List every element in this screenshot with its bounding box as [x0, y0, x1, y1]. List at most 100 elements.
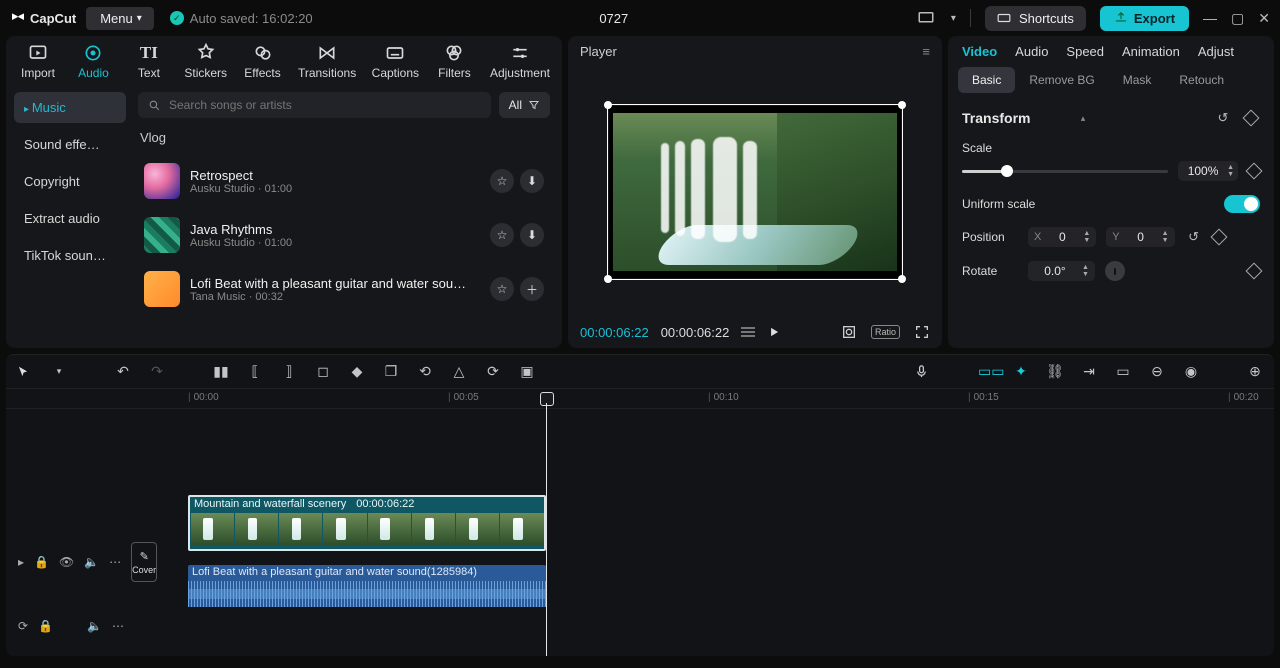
- scale-slider[interactable]: [962, 170, 1168, 173]
- cat-sound-effects[interactable]: Sound effe…: [14, 129, 126, 160]
- player-menu-icon[interactable]: ≡: [922, 44, 930, 59]
- position-x[interactable]: X 0 ▲▼: [1028, 227, 1096, 247]
- auto-snap-icon[interactable]: ✦: [1012, 363, 1030, 380]
- pointer-tool-icon[interactable]: [16, 365, 34, 379]
- step-down-icon[interactable]: ▼: [1227, 172, 1234, 178]
- crop-icon[interactable]: ◻: [314, 363, 332, 380]
- resize-handle-br[interactable]: [898, 275, 906, 283]
- lock-icon[interactable]: 🔒: [38, 619, 53, 633]
- rotate-tool-icon[interactable]: ⟳: [484, 363, 502, 380]
- split-icon[interactable]: ▮▮: [212, 363, 230, 380]
- track-row[interactable]: Retrospect Ausku Studio · 01:00 ☆ ⬇: [138, 157, 550, 205]
- video-clip[interactable]: Mountain and waterfall scenery 00:00:06:…: [188, 495, 546, 551]
- scale-fit-icon[interactable]: [841, 324, 857, 340]
- rotate-value[interactable]: 0.0° ▲▼: [1028, 261, 1095, 281]
- keyframe-position-icon[interactable]: [1210, 229, 1227, 246]
- more-icon[interactable]: ⋯: [112, 619, 124, 633]
- subtab-mask[interactable]: Mask: [1109, 67, 1166, 93]
- timeline-lanes[interactable]: 00:00 00:05 00:10 00:15 00:20 Mountain a…: [142, 389, 1274, 656]
- search-input[interactable]: [169, 98, 481, 112]
- track-row[interactable]: Java Rhythms Ausku Studio · 01:00 ☆ ⬇: [138, 211, 550, 259]
- download-button[interactable]: ⬇: [520, 169, 544, 193]
- search-box[interactable]: [138, 92, 491, 118]
- selection-box[interactable]: [607, 104, 903, 280]
- uniform-scale-toggle[interactable]: [1224, 195, 1260, 213]
- redo-icon[interactable]: ↷: [148, 363, 166, 380]
- rtab-animation[interactable]: Animation: [1122, 44, 1180, 59]
- minimize-button[interactable]: —: [1203, 10, 1217, 26]
- subtab-basic[interactable]: Basic: [958, 67, 1015, 93]
- track-toggle-icon[interactable]: ▸: [18, 555, 24, 569]
- reset-icon[interactable]: ↺: [1214, 109, 1232, 127]
- zoom-out-icon[interactable]: ⊖: [1148, 363, 1166, 380]
- reset-position-icon[interactable]: ↺: [1185, 228, 1203, 246]
- crop-tool-icon[interactable]: ▣: [518, 363, 536, 380]
- reverse-icon[interactable]: ⟲: [416, 363, 434, 380]
- rtab-speed[interactable]: Speed: [1066, 44, 1104, 59]
- scale-value[interactable]: 100% ▲▼: [1178, 161, 1238, 181]
- rtab-video[interactable]: Video: [962, 44, 997, 59]
- cat-tiktok-sounds[interactable]: TikTok soun…: [14, 240, 126, 271]
- resize-handle-bl[interactable]: [604, 275, 612, 283]
- copy-icon[interactable]: ❐: [382, 363, 400, 380]
- cat-copyright[interactable]: Copyright: [14, 166, 126, 197]
- trim-left-icon[interactable]: ⟦: [246, 363, 264, 380]
- undo-icon[interactable]: ↶: [114, 363, 132, 380]
- tab-adjustment[interactable]: Adjustment: [490, 42, 550, 80]
- add-button[interactable]: ＋: [520, 277, 544, 301]
- tab-effects[interactable]: Effects: [243, 42, 283, 80]
- mirror-icon[interactable]: △: [450, 363, 468, 380]
- maximize-button[interactable]: ▢: [1231, 10, 1244, 27]
- keyframe-scale-icon[interactable]: [1246, 163, 1263, 180]
- zoom-in-icon[interactable]: ⊕: [1246, 363, 1264, 380]
- favorite-button[interactable]: ☆: [490, 169, 514, 193]
- zoom-slider-thumb[interactable]: ◉: [1182, 363, 1200, 380]
- track-toggle-icon[interactable]: ⟳: [18, 619, 28, 633]
- more-icon[interactable]: ⋯: [109, 555, 121, 569]
- rotate-knob[interactable]: [1105, 261, 1125, 281]
- favorite-button[interactable]: ☆: [490, 277, 514, 301]
- mute-icon[interactable]: 🔈: [87, 619, 102, 633]
- shortcuts-button[interactable]: Shortcuts: [985, 6, 1086, 31]
- layout-icon[interactable]: [915, 7, 937, 29]
- quality-icon[interactable]: [741, 327, 755, 337]
- audio-lane[interactable]: Lofi Beat with a pleasant guitar and wat…: [142, 555, 1274, 615]
- tab-text[interactable]: TI Text: [129, 42, 169, 80]
- tab-transitions[interactable]: Transitions: [298, 42, 356, 80]
- tab-audio[interactable]: Audio: [73, 42, 113, 80]
- download-button[interactable]: ⬇: [520, 223, 544, 247]
- rtab-adjust[interactable]: Adjust: [1198, 44, 1234, 59]
- mute-icon[interactable]: 🔈: [84, 555, 99, 569]
- magnet-on-icon[interactable]: ▭▭: [978, 363, 996, 380]
- keyframe-icon[interactable]: [1243, 110, 1260, 127]
- tab-captions[interactable]: Captions: [372, 42, 419, 80]
- fullscreen-icon[interactable]: [914, 324, 930, 340]
- lock-icon[interactable]: 🔒: [34, 555, 49, 569]
- tab-stickers[interactable]: Stickers: [184, 42, 227, 80]
- step-up-icon[interactable]: ▲: [1227, 165, 1234, 171]
- link-icon[interactable]: ⛓: [1046, 363, 1064, 380]
- subtab-retouch[interactable]: Retouch: [1165, 67, 1238, 93]
- cat-extract-audio[interactable]: Extract audio: [14, 203, 126, 234]
- pointer-caret-icon[interactable]: ▾: [50, 366, 68, 377]
- audio-clip[interactable]: Lofi Beat with a pleasant guitar and wat…: [188, 565, 546, 607]
- play-button[interactable]: [767, 325, 781, 339]
- collapse-caret-icon[interactable]: ▴: [1081, 113, 1086, 124]
- filter-all[interactable]: All: [499, 92, 550, 118]
- close-button[interactable]: ✕: [1258, 10, 1270, 27]
- keyframe-rotate-icon[interactable]: [1246, 263, 1263, 280]
- video-lane[interactable]: Mountain and waterfall scenery 00:00:06:…: [142, 487, 1274, 555]
- ratio-button[interactable]: Ratio: [871, 325, 900, 339]
- align-icon[interactable]: ⇥: [1080, 363, 1098, 380]
- position-y[interactable]: Y 0 ▲▼: [1106, 227, 1174, 247]
- marker-icon[interactable]: ◆: [348, 363, 366, 380]
- eye-icon[interactable]: 👁: [59, 555, 74, 569]
- tab-filters[interactable]: Filters: [434, 42, 474, 80]
- layout-caret-icon[interactable]: ▾: [951, 13, 956, 24]
- player-canvas[interactable]: [609, 106, 901, 278]
- rtab-audio[interactable]: Audio: [1015, 44, 1048, 59]
- resize-handle-tl[interactable]: [604, 101, 612, 109]
- subtab-removebg[interactable]: Remove BG: [1015, 67, 1108, 93]
- resize-handle-tr[interactable]: [898, 101, 906, 109]
- time-ruler[interactable]: 00:00 00:05 00:10 00:15 00:20: [142, 389, 1274, 409]
